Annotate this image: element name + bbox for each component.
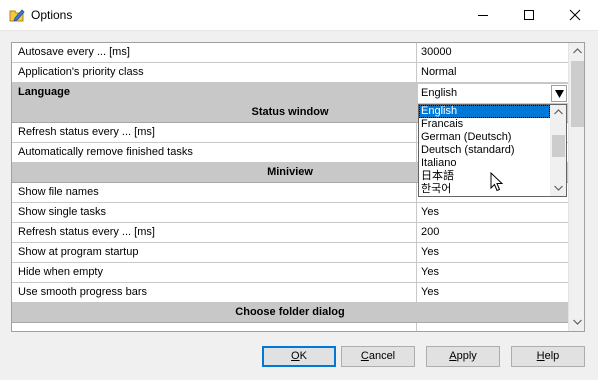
cancel-label: ancel (368, 350, 396, 362)
language-combobox[interactable]: English (418, 84, 568, 103)
row-value[interactable]: Yes (417, 243, 568, 262)
scroll-up-button[interactable] (569, 43, 584, 60)
title-bar: Options (0, 0, 598, 31)
dropdown-option[interactable]: German (Deutsch) (419, 131, 550, 144)
language-combobox-value: English (421, 87, 458, 99)
row-label: Application's priority class (12, 63, 417, 82)
scroll-down-button[interactable] (569, 314, 584, 331)
minimize-button[interactable] (460, 0, 506, 30)
apply-accelerator: A (449, 350, 457, 362)
scroll-thumb[interactable] (571, 61, 584, 127)
section-header-choose-folder: Choose folder dialog (12, 303, 568, 323)
grid-row-show-single-tasks[interactable]: Show single tasks Yes (12, 203, 568, 223)
dropdown-option[interactable]: English (419, 105, 550, 118)
row-label: Hide when empty (12, 263, 417, 282)
row-label: Language (12, 83, 417, 102)
row-label: Show single tasks (12, 203, 417, 222)
minimize-icon (478, 15, 488, 16)
apply-label: pply (456, 350, 477, 362)
dropdown-option[interactable]: 한국어 (419, 183, 550, 196)
chevron-down-icon (573, 319, 582, 325)
dropdown-scroll-up[interactable] (550, 105, 566, 120)
row-label: Refresh status every ... [ms] (12, 223, 417, 242)
row-label (12, 323, 417, 331)
ok-button[interactable]: OK (262, 346, 336, 367)
row-value[interactable]: Normal (417, 63, 568, 82)
close-button[interactable] (552, 0, 598, 30)
grid-scrollbar[interactable] (568, 43, 584, 331)
grid-row-partial[interactable] (12, 323, 568, 331)
row-label: Use smooth progress bars (12, 283, 417, 302)
row-value[interactable] (417, 323, 568, 331)
ok-label: K (299, 350, 307, 362)
dropdown-option[interactable]: Francais (419, 118, 550, 131)
row-label: Show file names (12, 183, 417, 202)
chevron-down-icon (555, 90, 564, 98)
cancel-accelerator: C (360, 350, 369, 362)
help-button[interactable]: Help (511, 346, 585, 367)
grid-row-priority[interactable]: Application's priority class Normal (12, 63, 568, 83)
row-label: Refresh status every ... [ms] (12, 123, 417, 142)
row-value[interactable]: 30000 (417, 43, 568, 62)
maximize-button[interactable] (506, 0, 552, 30)
grid-row-smooth-progress[interactable]: Use smooth progress bars Yes (12, 283, 568, 303)
cancel-button[interactable]: Cancel (341, 346, 415, 367)
maximize-icon (524, 10, 534, 20)
dropdown-option[interactable]: Italiano (419, 157, 550, 170)
window-title: Options (31, 8, 73, 22)
chevron-down-icon (554, 185, 563, 191)
folder-pencil-icon (9, 8, 25, 22)
row-value[interactable]: 200 (417, 223, 568, 242)
row-label: Autosave every ... [ms] (12, 43, 417, 62)
dropdown-option[interactable]: Deutsch (standard) (419, 144, 550, 157)
grid-row-autosave[interactable]: Autosave every ... [ms] 30000 (12, 43, 568, 63)
row-label: Show at program startup (12, 243, 417, 262)
dropdown-scroll-down[interactable] (550, 181, 566, 196)
chevron-up-icon (573, 48, 582, 54)
dropdown-option[interactable]: 日本語 (419, 170, 550, 183)
mouse-pointer-icon (490, 172, 504, 192)
row-value[interactable]: Yes (417, 263, 568, 282)
row-label: Automatically remove finished tasks (12, 143, 417, 162)
grid-row-hide-when-empty[interactable]: Hide when empty Yes (12, 263, 568, 283)
grid-row-miniview-refresh[interactable]: Refresh status every ... [ms] 200 (12, 223, 568, 243)
row-value[interactable]: Yes (417, 283, 568, 302)
row-value[interactable]: Yes (417, 203, 568, 222)
dropdown-scrollbar[interactable] (550, 105, 566, 196)
help-label: elp (544, 350, 560, 362)
close-icon (569, 9, 581, 21)
ok-accelerator: O (291, 350, 300, 362)
combobox-dropdown-button[interactable] (551, 85, 567, 102)
grid-row-show-at-startup[interactable]: Show at program startup Yes (12, 243, 568, 263)
apply-button[interactable]: Apply (426, 346, 500, 367)
dropdown-scroll-thumb[interactable] (552, 135, 565, 157)
chevron-up-icon (554, 109, 563, 115)
help-accelerator: H (536, 350, 545, 362)
